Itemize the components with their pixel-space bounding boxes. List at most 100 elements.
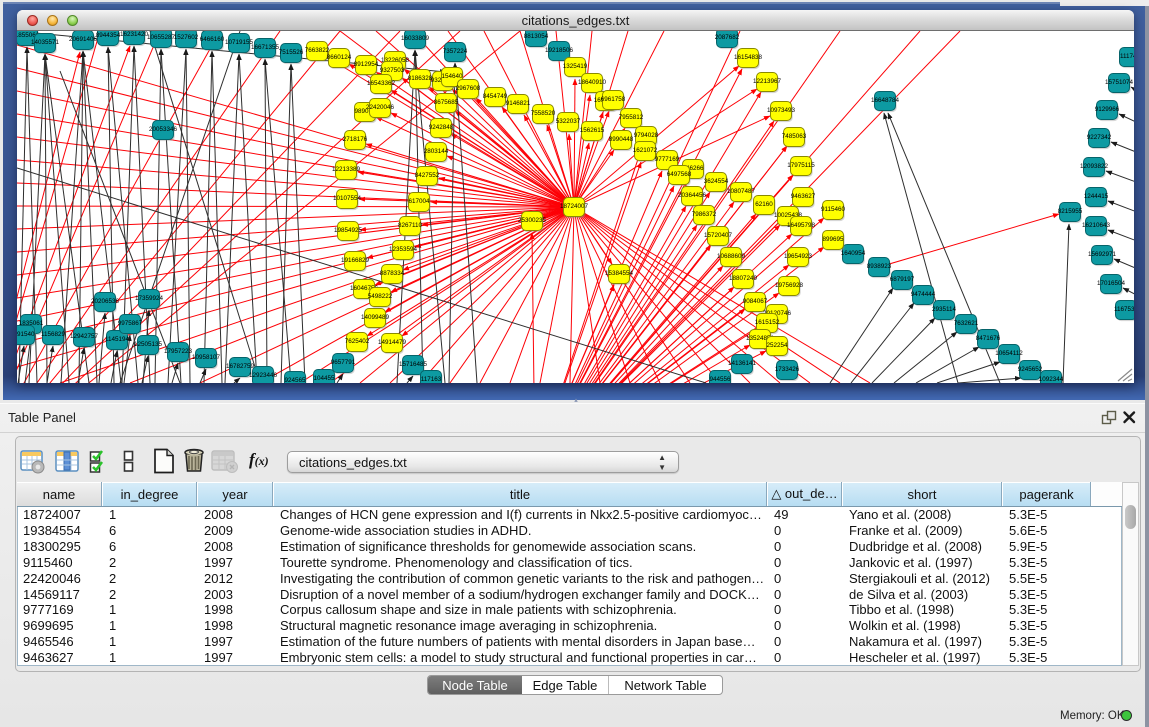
svg-text:1621072: 1621072	[633, 147, 658, 154]
svg-text:7558520: 7558520	[531, 110, 556, 117]
svg-text:10654112: 10654112	[995, 350, 1023, 357]
svg-text:1325419: 1325419	[563, 63, 588, 70]
svg-text:899695: 899695	[822, 236, 844, 243]
svg-text:1615152: 1615152	[755, 319, 780, 326]
svg-text:19756928: 19756928	[775, 282, 804, 289]
svg-text:10688609: 10688609	[717, 253, 746, 260]
svg-text:2087682: 2087682	[715, 34, 740, 41]
svg-text:19218506: 19218506	[545, 47, 574, 54]
svg-text:924565: 924565	[284, 377, 306, 383]
svg-text:7955812: 7955812	[619, 114, 644, 121]
svg-text:9146821: 9146821	[506, 100, 531, 107]
svg-text:8938923: 8938923	[867, 263, 892, 270]
svg-text:2935114: 2935114	[932, 306, 957, 313]
svg-text:16782759: 16782759	[226, 363, 255, 370]
svg-text:19166829: 19166829	[341, 257, 370, 264]
svg-text:16033809: 16033809	[401, 35, 430, 42]
svg-text:20364456: 20364456	[678, 192, 707, 199]
svg-text:9794028: 9794028	[634, 132, 659, 139]
svg-text:944556: 944556	[709, 376, 731, 383]
svg-text:20053346: 20053346	[149, 126, 178, 133]
svg-text:12093822: 12093822	[1080, 163, 1109, 170]
svg-text:14136141: 14136141	[728, 360, 757, 367]
svg-text:10719155: 10719155	[225, 39, 254, 46]
svg-text:16671355: 16671355	[251, 44, 280, 51]
svg-text:10107554: 10107554	[333, 195, 362, 202]
svg-text:111745: 111745	[1120, 53, 1134, 60]
svg-text:7986372: 7986372	[692, 211, 717, 218]
svg-text:252254: 252254	[766, 342, 788, 349]
svg-text:10807487: 10807487	[727, 188, 756, 195]
svg-text:117163: 117163	[421, 376, 442, 383]
svg-text:8186328: 8186328	[408, 75, 433, 82]
svg-text:9975867: 9975867	[118, 320, 143, 327]
svg-text:10958107: 10958107	[192, 354, 221, 361]
svg-text:16495798: 16495798	[787, 222, 816, 229]
svg-text:18640910: 18640910	[578, 79, 607, 86]
svg-text:9327503: 9327503	[380, 67, 405, 74]
svg-text:8912954: 8912954	[354, 61, 379, 68]
svg-text:14099489: 14099489	[361, 314, 390, 321]
svg-text:17957223: 17957223	[164, 348, 193, 355]
svg-text:16154838: 16154838	[734, 54, 763, 61]
svg-text:15751074: 15751074	[1105, 79, 1134, 86]
svg-text:22420046: 22420046	[366, 104, 395, 111]
svg-text:17016504: 17016504	[1097, 280, 1126, 287]
svg-text:14035571: 14035571	[31, 39, 60, 46]
svg-text:16210643: 16210643	[1082, 222, 1111, 229]
svg-text:617004: 617004	[408, 198, 430, 205]
svg-text:9777169: 9777169	[655, 156, 680, 163]
svg-text:6497568: 6497568	[667, 171, 692, 178]
svg-text:16648784: 16648784	[871, 97, 900, 104]
svg-text:104455: 104455	[313, 375, 335, 382]
svg-text:12505135: 12505135	[134, 341, 163, 348]
svg-text:1092344: 1092344	[1039, 376, 1064, 383]
svg-text:20206536: 20206536	[91, 298, 120, 305]
svg-text:8944354: 8944354	[96, 32, 121, 39]
svg-text:9657791: 9657791	[331, 359, 356, 366]
svg-text:12942757: 12942757	[70, 333, 99, 340]
svg-text:1145194: 1145194	[105, 336, 130, 343]
svg-text:1640954: 1640954	[841, 250, 866, 257]
svg-text:10973493: 10973493	[767, 107, 796, 114]
svg-text:2803144: 2803144	[424, 148, 449, 155]
svg-text:3675685: 3675685	[434, 99, 459, 106]
svg-text:9084067: 9084067	[743, 298, 768, 305]
svg-text:12923446: 12923446	[249, 372, 278, 379]
svg-text:1156829: 1156829	[41, 331, 66, 338]
svg-text:8813054: 8813054	[524, 33, 549, 40]
svg-text:18724007: 18724007	[560, 203, 589, 210]
svg-text:15692971: 15692971	[1088, 251, 1117, 258]
svg-text:15716485: 15716485	[399, 361, 428, 368]
svg-text:7632621: 7632621	[954, 320, 979, 327]
svg-text:8878334: 8878334	[380, 270, 405, 277]
svg-text:8660124: 8660124	[327, 54, 352, 61]
svg-text:9245652: 9245652	[1018, 366, 1043, 373]
svg-text:7625402: 7625402	[345, 338, 370, 345]
svg-text:1562615: 1562615	[580, 127, 605, 134]
svg-text:7485063: 7485063	[782, 133, 807, 140]
svg-text:9129966: 9129966	[1095, 106, 1120, 113]
svg-text:3624554: 3624554	[704, 178, 729, 185]
svg-text:7357224: 7357224	[443, 48, 468, 55]
svg-text:8471676: 8471676	[976, 335, 1001, 342]
svg-text:12353594: 12353594	[389, 246, 418, 253]
svg-text:9474444: 9474444	[911, 291, 936, 298]
svg-text:12213967: 12213967	[753, 78, 782, 85]
svg-text:15720407: 15720407	[704, 232, 733, 239]
svg-text:15384554: 15384554	[605, 270, 634, 277]
svg-text:6466160: 6466160	[200, 36, 225, 43]
svg-text:10655287: 10655287	[147, 34, 176, 41]
svg-text:9115460: 9115460	[821, 206, 846, 213]
svg-text:1733426: 1733426	[775, 366, 800, 373]
svg-text:19854925: 19854925	[334, 227, 363, 234]
svg-text:9227342: 9227342	[1087, 134, 1112, 141]
svg-text:8427552: 8427552	[415, 172, 440, 179]
svg-text:17359924: 17359924	[135, 295, 164, 302]
svg-text:18807249: 18807249	[729, 275, 758, 282]
svg-text:1167533: 1167533	[1114, 306, 1134, 313]
svg-text:5498222: 5498222	[368, 293, 393, 300]
svg-text:1244415: 1244415	[1084, 193, 1109, 200]
svg-text:9463627: 9463627	[791, 193, 816, 200]
svg-text:6961758: 6961758	[601, 96, 626, 103]
